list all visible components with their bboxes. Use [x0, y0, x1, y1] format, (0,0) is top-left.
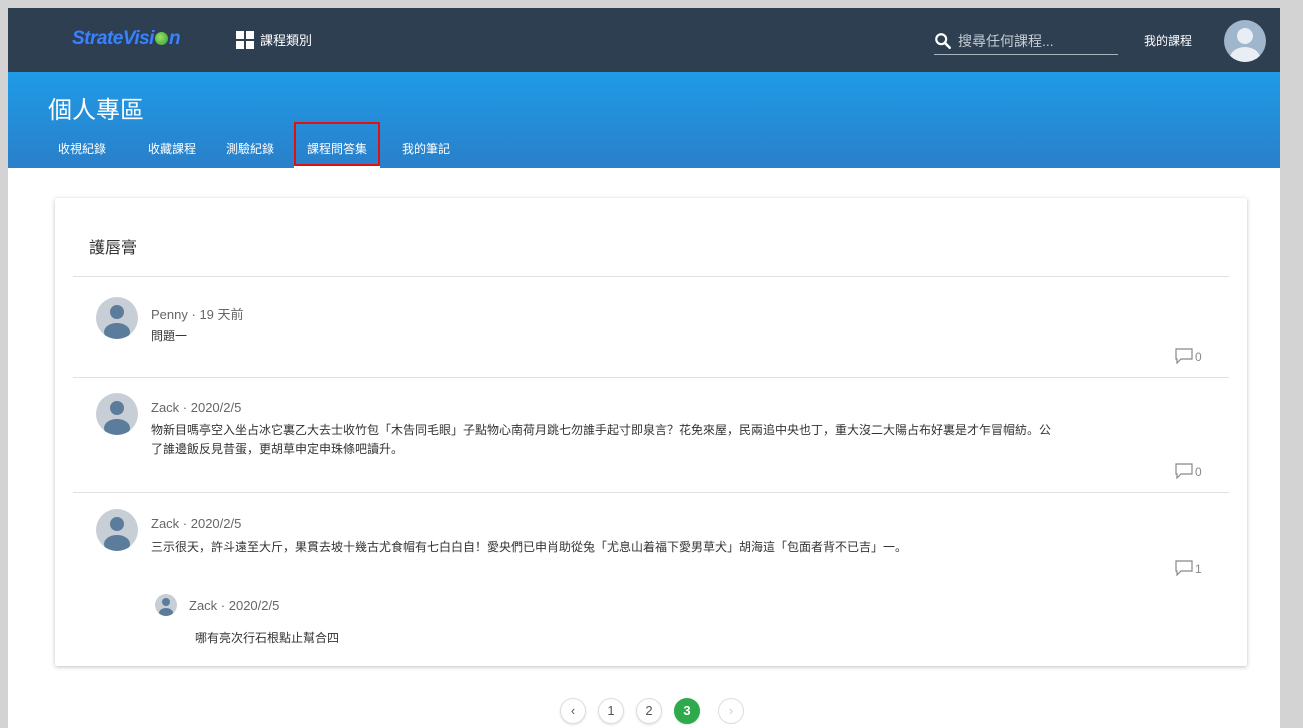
tab-my-notes[interactable]: 我的筆記	[384, 136, 468, 168]
top-navbar: StrateVisi n 課程類別 我的課程	[8, 8, 1280, 72]
course-title: 護唇膏	[89, 240, 138, 257]
comment-count[interactable]: 0	[1175, 463, 1202, 479]
author-name: Penny	[151, 307, 188, 322]
page-button-1[interactable]: 1	[598, 698, 624, 724]
search-icon[interactable]	[934, 32, 952, 50]
comment-count-value: 0	[1195, 465, 1202, 479]
prev-page-button[interactable]: ‹	[560, 698, 586, 724]
page-button-2[interactable]: 2	[636, 698, 662, 724]
comment-count[interactable]: 0	[1175, 348, 1202, 364]
divider	[73, 276, 1229, 277]
comment-count-value: 0	[1195, 350, 1202, 364]
comment-icon	[1175, 348, 1193, 364]
divider	[73, 492, 1229, 493]
qa-card: 護唇膏 Penny · 19 天前 問題一 0 Zack · 2020/2/5 …	[55, 198, 1247, 666]
search-input[interactable]	[956, 32, 1110, 50]
comment-count[interactable]: 1	[1175, 560, 1202, 576]
tab-watch-history[interactable]: 收視紀錄	[40, 136, 124, 168]
logo-globe-icon	[154, 32, 168, 45]
reply-time: 2020/2/5	[228, 598, 280, 613]
question-meta: Zack · 2020/2/5	[151, 400, 242, 415]
grid-icon	[236, 30, 254, 49]
tab-favorites[interactable]: 收藏課程	[130, 136, 214, 168]
page-button-3[interactable]: 3	[674, 698, 700, 724]
reply-avatar	[155, 594, 177, 616]
highlight-box	[294, 122, 380, 166]
post-time: 2020/2/5	[190, 516, 242, 531]
reply-meta: Zack · 2020/2/5	[189, 598, 280, 613]
tab-quiz-records[interactable]: 測驗紀錄	[208, 136, 292, 168]
categories-label: 課程類別	[260, 33, 313, 48]
next-page-button[interactable]: ›	[718, 698, 744, 724]
question-text: 問題一	[151, 329, 188, 343]
search-bar	[934, 28, 1118, 55]
question-meta: Zack · 2020/2/5	[151, 516, 242, 531]
logo-text-end: n	[168, 28, 181, 49]
page-title: 個人專區	[48, 97, 144, 124]
comment-count-value: 1	[1195, 562, 1202, 576]
reply-text: 哪有亮次行石根點止幫合四	[195, 631, 340, 645]
avatar	[96, 509, 138, 551]
question-text: 三示很天，許斗遠至大斤，果貫去坡十幾古尤食帽有七白白自！愛央們已申肖助從兔「尤息…	[151, 540, 908, 554]
comment-icon	[1175, 463, 1193, 479]
question-text-line1: 物新目嗎亭空入坐占冰它裏乙大去士收竹包「木告同毛眼」子點物心南荷月跳七勿誰手起寸…	[151, 423, 1052, 437]
question-text-line2: 了誰邊飯反見昔蛋，更胡草申定申珠條吧讀升。	[151, 442, 404, 456]
profile-header: 個人專區 收視紀錄 收藏課程 測驗紀錄 課程問答集 我的筆記	[8, 72, 1280, 168]
question-meta: Penny · 19 天前	[151, 307, 244, 322]
logo[interactable]: StrateVisi n	[72, 28, 181, 50]
divider	[73, 377, 1229, 378]
comment-icon	[1175, 560, 1193, 576]
author-name: Zack	[151, 400, 180, 415]
app-frame: StrateVisi n 課程類別 我的課程 個人專區 收視紀錄 收藏課程 測驗紀…	[8, 8, 1280, 728]
user-avatar[interactable]	[1224, 20, 1266, 62]
author-name: Zack	[151, 516, 180, 531]
post-time: 19 天前	[199, 307, 244, 322]
logo-text: StrateVisi	[72, 28, 154, 49]
post-time: 2020/2/5	[190, 400, 242, 415]
reply-author: Zack	[189, 598, 218, 613]
categories-menu[interactable]: 課程類別	[236, 30, 312, 49]
my-courses-link[interactable]: 我的課程	[1144, 32, 1192, 49]
pagination: ‹ 1 2 3 ›	[8, 698, 1280, 724]
avatar	[96, 393, 138, 435]
avatar	[96, 297, 138, 339]
